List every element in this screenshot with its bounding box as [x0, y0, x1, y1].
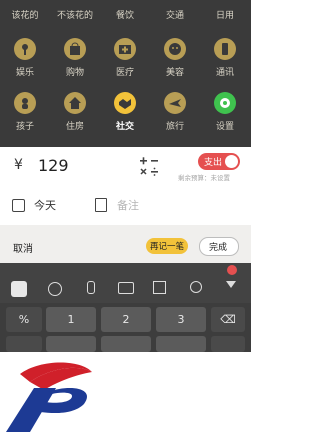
medical-box-icon	[114, 38, 136, 60]
category-row-top: 该花的 不该花的 餐饮 交通 日用	[0, 0, 251, 24]
house-icon	[64, 92, 86, 114]
key-6[interactable]	[156, 336, 206, 352]
category-label: 美容	[165, 68, 184, 78]
category-lvxing[interactable]: 旅行	[150, 92, 200, 132]
key-4[interactable]	[46, 336, 96, 352]
category-gouwu[interactable]: 购物	[50, 38, 100, 78]
category-label: 孩子	[15, 122, 34, 132]
category-jiaotong[interactable]: 交通	[150, 8, 200, 21]
category-yule[interactable]: 娱乐	[0, 38, 50, 78]
key-percent[interactable]: %	[6, 307, 42, 332]
category-meirong[interactable]: 美容	[150, 38, 200, 78]
category-label: 通讯	[215, 68, 234, 78]
note-placeholder: 备注	[117, 199, 139, 212]
chevron-down-icon[interactable]	[226, 281, 236, 288]
expense-toggle-label: 支出	[204, 158, 223, 168]
category-label: 住房	[65, 122, 84, 132]
category-yiliao[interactable]: 医疗	[100, 38, 150, 78]
shopping-bag-icon	[64, 38, 86, 60]
date-selector[interactable]: 今天	[12, 196, 82, 216]
category-label: 娱乐	[15, 68, 34, 78]
record-again-button[interactable]: 再记一笔	[146, 238, 188, 254]
cancel-button[interactable]: 取消	[13, 240, 33, 255]
category-gaihuade[interactable]: 该花的	[0, 8, 50, 21]
category-shezhi[interactable]: 设置	[200, 92, 250, 132]
phone-icon	[214, 38, 236, 60]
baby-icon	[14, 92, 36, 114]
amount-value[interactable]: 129	[38, 156, 69, 175]
category-zhufang[interactable]: 住房	[50, 92, 100, 132]
key-3[interactable]: 3	[156, 307, 206, 332]
keyboard: % 1 2 3 ⌫	[0, 303, 251, 352]
brand-logo	[6, 362, 92, 432]
category-canyin[interactable]: 餐饮	[100, 8, 150, 21]
category-label: 设置	[215, 122, 234, 132]
category-label: 医疗	[115, 68, 134, 78]
record-again-label: 再记一笔	[150, 242, 185, 252]
done-button[interactable]: 完成	[199, 237, 239, 256]
keyboard-switch-icon[interactable]	[118, 282, 134, 294]
calculator-icon[interactable]	[138, 155, 160, 177]
expense-toggle[interactable]: 支出	[198, 153, 240, 170]
key-5[interactable]	[101, 336, 151, 352]
key-row2-right[interactable]	[211, 336, 245, 352]
search-icon[interactable]	[190, 281, 202, 293]
amount-card: ¥ 129 支出 剩余预算：未设置 今天 备注	[2, 147, 249, 225]
category-shejiao[interactable]: 社交	[100, 92, 150, 132]
category-haizi[interactable]: 孩子	[0, 92, 50, 132]
key-row2-left[interactable]	[6, 336, 42, 352]
sogou-logo-icon[interactable]	[11, 281, 27, 297]
category-tongxun[interactable]: 通讯	[200, 38, 250, 78]
budget-remaining: 剩余预算：未设置	[178, 174, 230, 182]
handshake-icon	[114, 92, 136, 114]
microphone-icon	[14, 38, 36, 60]
clipboard-icon[interactable]	[153, 281, 166, 294]
voice-icon[interactable]	[87, 281, 95, 294]
keyboard-toolbar	[0, 263, 251, 303]
note-icon	[95, 198, 107, 212]
category-bugaihuade[interactable]: 不该花的	[50, 8, 100, 21]
date-label: 今天	[34, 199, 56, 212]
calendar-icon	[12, 199, 25, 212]
face-icon	[164, 38, 186, 60]
key-2[interactable]: 2	[101, 307, 151, 332]
backspace-key[interactable]: ⌫	[211, 307, 245, 332]
category-panel: 该花的 不该花的 餐饮 交通 日用 娱乐 购物 医疗 美容 通讯 孩子 住房 社…	[0, 0, 251, 147]
gear-icon	[214, 92, 236, 114]
category-riyong[interactable]: 日用	[200, 8, 250, 21]
logo-area	[0, 352, 251, 435]
backspace-icon: ⌫	[220, 313, 236, 326]
currency-symbol: ¥	[14, 157, 23, 173]
category-label: 旅行	[165, 122, 184, 132]
category-label: 社交	[115, 122, 134, 132]
emoji-icon[interactable]	[48, 282, 62, 296]
note-field[interactable]: 备注	[95, 196, 235, 216]
category-label: 购物	[65, 68, 84, 78]
key-1[interactable]: 1	[46, 307, 96, 332]
done-label: 完成	[209, 243, 228, 253]
skin-badge-icon[interactable]	[227, 265, 237, 275]
airplane-icon	[164, 92, 186, 114]
toggle-knob	[225, 155, 238, 168]
